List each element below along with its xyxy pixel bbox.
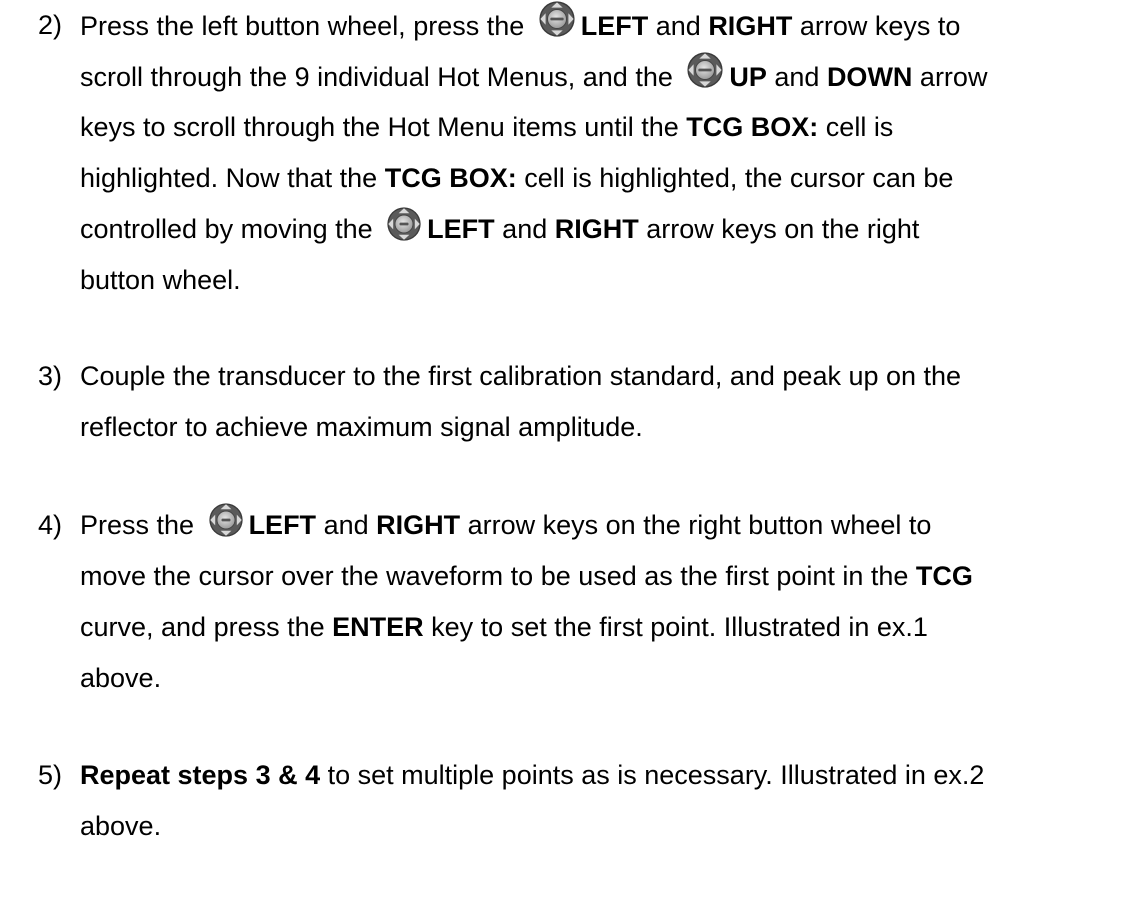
step-body: Couple the transducer to the first calib… [80,351,1126,453]
step-line: Repeat steps 3 & 4 to set multiple point… [80,760,985,790]
step-number: 5) [38,760,63,790]
step-line: Press the left button wheel, press the L… [80,0,1126,51]
step-line: Press the LEFT and RIGHT arrow keys on t… [80,500,1126,551]
enter-dpad-icon [538,0,576,38]
step-number: 2) [38,10,63,40]
step-body: Repeat steps 3 & 4 to set multiple point… [80,750,1126,852]
cursor-dpad-icon [386,206,422,242]
step-line: move the cursor over the waveform to be … [80,561,973,591]
step-line: curve, and press the ENTER key to set th… [80,612,928,642]
step-number: 4) [38,510,63,540]
cursor-dpad-icon [208,502,244,538]
step-body: Press the left button wheel, press the L… [80,0,1126,306]
step-body: Press the LEFT and RIGHT arrow keys on t… [80,500,1126,704]
step-line: Couple the transducer to the first calib… [80,361,962,391]
step-line: highlighted. Now that the TCG BOX: cell … [80,163,954,193]
step-line: above. [80,811,162,841]
step-line: scroll through the 9 individual Hot Menu… [80,51,1126,102]
step-line: above. [80,663,162,693]
enter-dpad-icon [686,51,724,89]
step-line: button wheel. [80,265,241,295]
step-line: keys to scroll through the Hot Menu item… [80,112,894,142]
step-number: 3) [38,361,63,391]
step-line: reflector to achieve maximum signal ampl… [80,412,643,442]
instruction-document: 2) Press the left button wheel, press th… [0,0,1144,904]
step-line: controlled by moving the LEFT and RIGHT … [80,204,1126,255]
